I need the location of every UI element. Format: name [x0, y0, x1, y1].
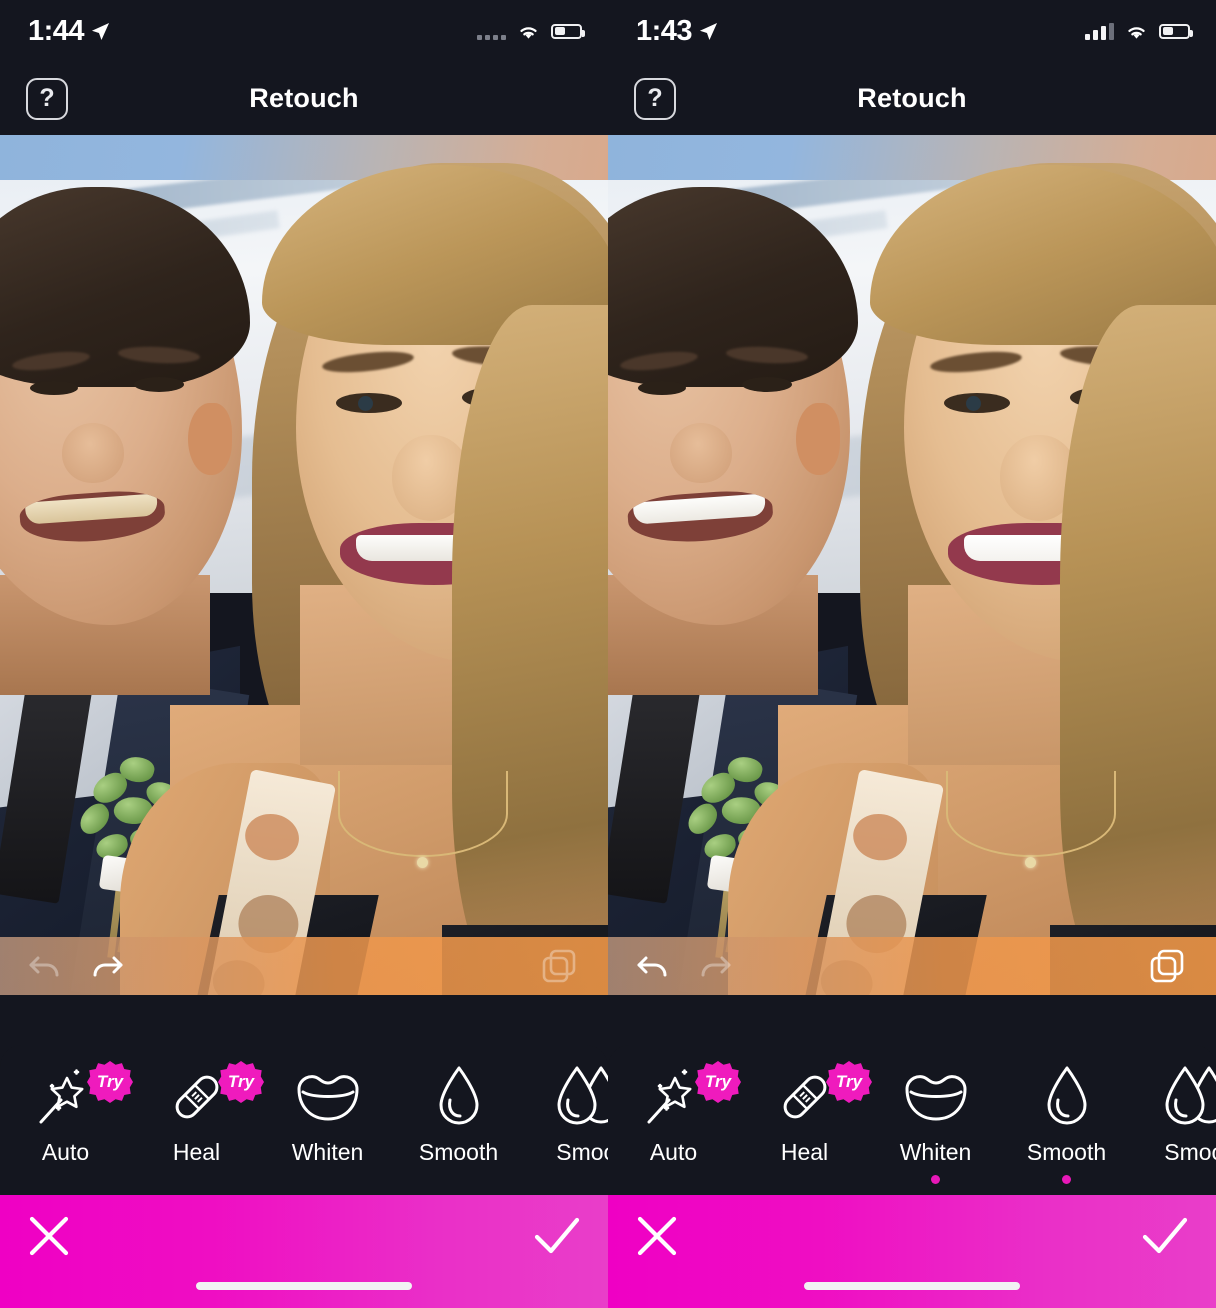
status-bar: 1:43	[608, 0, 1216, 62]
status-left-group: 1:44	[28, 14, 110, 47]
edited-photo	[0, 135, 608, 995]
wifi-icon	[1128, 26, 1145, 39]
tools-row: Try Auto Try Heal Whiten Smooth Smo	[608, 1045, 1216, 1195]
tool-smooth-skin[interactable]: Try Smoot	[524, 1061, 608, 1166]
page-title: Retouch	[857, 83, 967, 113]
tool-whiten[interactable]: Whiten	[262, 1061, 393, 1166]
tool-smooth[interactable]: Smooth	[1001, 1061, 1132, 1184]
applied-indicator-dot	[931, 1175, 940, 1184]
status-clock: 1:44	[28, 14, 85, 47]
tool-label: Heal	[780, 1139, 829, 1165]
smile-teeth-icon	[290, 1061, 366, 1133]
location-arrow-icon	[699, 22, 718, 40]
tool-auto[interactable]: Try Auto	[0, 1061, 133, 1166]
help-button[interactable]: ?	[26, 77, 68, 120]
status-bar: 1:44	[0, 0, 608, 62]
applied-indicator-dot	[1062, 1175, 1071, 1184]
status-clock: 1:43	[636, 14, 693, 47]
location-arrow-icon	[91, 22, 110, 40]
battery-icon	[551, 23, 585, 39]
photo-canvas[interactable]	[608, 135, 1216, 995]
tool-label: Heal	[172, 1139, 221, 1165]
status-left-group: 1:43	[636, 14, 718, 47]
redo-button[interactable]	[684, 945, 738, 987]
nav-bar: ? Retouch	[608, 62, 1216, 135]
tool-label: Whiten	[291, 1139, 364, 1165]
undo-button[interactable]	[630, 945, 684, 987]
tool-label: Smooth	[418, 1139, 499, 1165]
action-bar	[608, 1195, 1216, 1308]
tool-label: Smooth	[1026, 1139, 1107, 1165]
side-by-side-comparison: 1:44 ? Retouch Try Auto Try Heal Whiten …	[0, 0, 1216, 1308]
photo-edit-toolbar	[608, 937, 1216, 995]
retouch-tools-strip[interactable]: Try Auto Try Heal Whiten Smooth Smo	[0, 1045, 608, 1195]
tool-label: Smoot	[1164, 1139, 1216, 1165]
redo-button[interactable]	[76, 945, 130, 987]
tools-row: Try Auto Try Heal Whiten Smooth Smo	[0, 1045, 608, 1195]
nav-bar: ? Retouch	[0, 62, 608, 135]
status-right-group	[1085, 22, 1193, 40]
undo-button[interactable]	[22, 945, 76, 987]
action-bar	[0, 1195, 608, 1308]
confirm-button[interactable]	[532, 1213, 582, 1259]
tool-smooth[interactable]: Smooth	[393, 1061, 524, 1166]
smile-teeth-icon	[898, 1061, 974, 1133]
tool-label: Auto	[41, 1139, 90, 1165]
compare-layers-button[interactable]	[532, 945, 586, 987]
compare-layers-button[interactable]	[1140, 945, 1194, 987]
cancel-button[interactable]	[634, 1213, 680, 1259]
photo-canvas[interactable]	[0, 135, 608, 995]
cellular-dots-icon	[477, 23, 506, 40]
retouch-tools-strip[interactable]: Try Auto Try Heal Whiten Smooth Smo	[608, 1045, 1216, 1195]
double-droplet-icon	[552, 1061, 608, 1133]
cancel-button[interactable]	[26, 1213, 72, 1259]
home-indicator	[804, 1282, 1020, 1290]
tool-smooth-skin[interactable]: Try Smoot	[1132, 1061, 1216, 1166]
help-button[interactable]: ?	[634, 77, 676, 120]
tool-heal[interactable]: Try Heal	[739, 1061, 872, 1166]
battery-icon	[1159, 23, 1193, 39]
double-droplet-icon	[1160, 1061, 1216, 1133]
phone-screenshot-right: 1:43 ? Retouch Try Auto Try Heal Whiten …	[608, 0, 1216, 1308]
home-indicator	[196, 1282, 412, 1290]
photo-edit-toolbar	[0, 937, 608, 995]
confirm-button[interactable]	[1140, 1213, 1190, 1259]
cellular-bars-icon	[1085, 22, 1114, 40]
status-right-group	[477, 23, 585, 40]
tool-label: Auto	[649, 1139, 698, 1165]
droplet-icon	[1029, 1061, 1105, 1133]
wifi-icon	[520, 26, 537, 39]
page-title: Retouch	[249, 83, 359, 113]
edited-photo	[608, 135, 1216, 995]
droplet-icon	[421, 1061, 497, 1133]
tool-heal[interactable]: Try Heal	[131, 1061, 264, 1166]
tool-label: Whiten	[899, 1139, 972, 1165]
tool-label: Smoot	[556, 1139, 608, 1165]
tool-auto[interactable]: Try Auto	[608, 1061, 741, 1166]
phone-screenshot-left: 1:44 ? Retouch Try Auto Try Heal Whiten …	[0, 0, 608, 1308]
tool-whiten[interactable]: Whiten	[870, 1061, 1001, 1184]
